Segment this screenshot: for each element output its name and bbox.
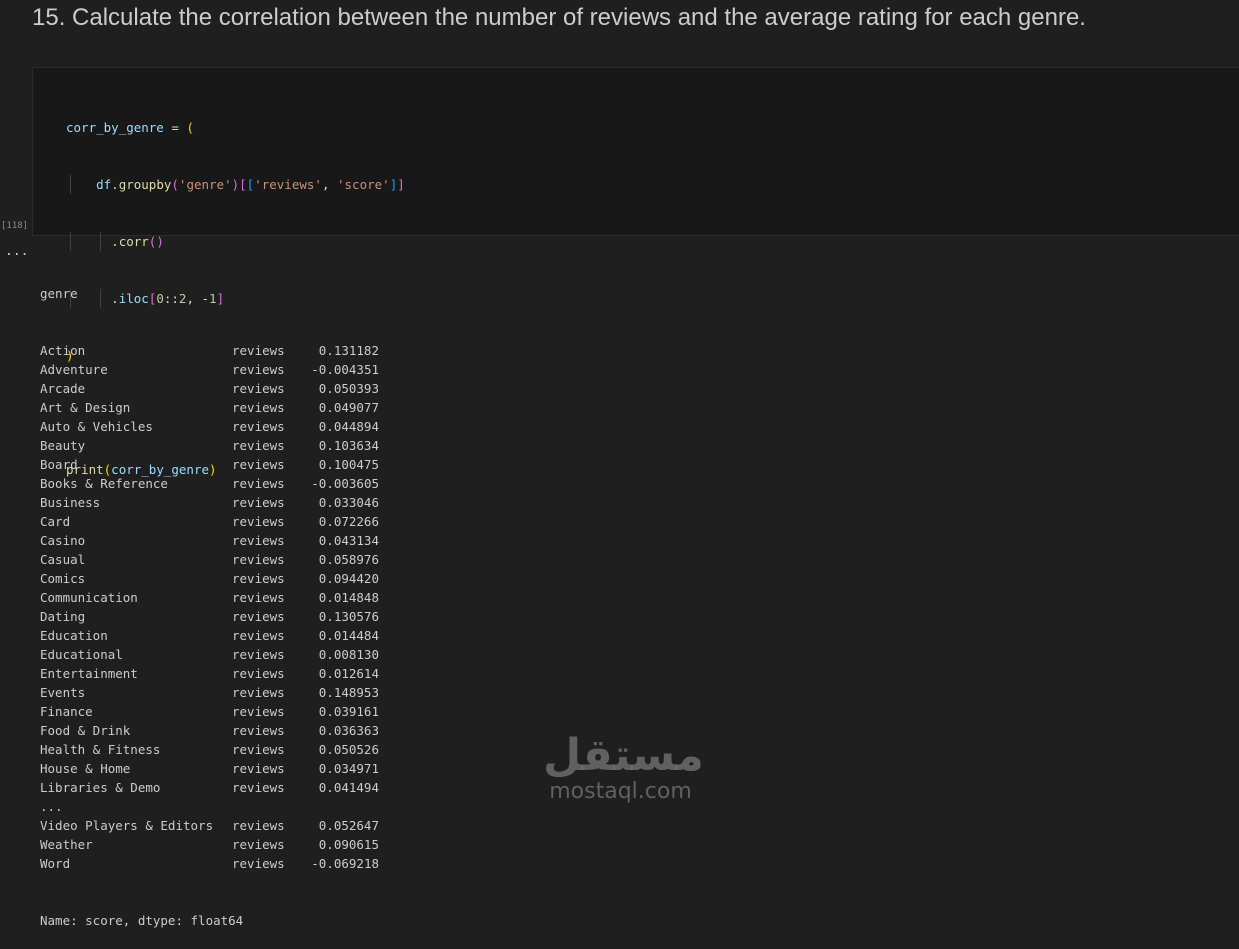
output-row-genre: Educational (40, 647, 123, 662)
output-rows: Action reviews 0.131182 Adventure reviews -0.… (40, 341, 379, 873)
output-row-genre: Communication (40, 590, 138, 605)
output-row: Auto & Vehicles reviews 0.044894 (40, 417, 379, 436)
output-row-value: 0.130576 (318, 609, 379, 624)
output-row-genre: Health & Fitness (40, 742, 161, 757)
output-row-genre: Word (40, 856, 71, 871)
code-line-2: df.groupby('genre')[['reviews', 'score']… (66, 175, 405, 194)
output-row-value: 0.049077 (318, 400, 379, 415)
output-row-value: 0.058976 (318, 552, 379, 567)
output-row-genre: Casual (40, 552, 86, 567)
output-row: Books & Reference reviews -0.003605 (40, 474, 379, 493)
output-row: Casino reviews 0.043134 (40, 531, 379, 550)
output-row: Education reviews 0.014484 (40, 626, 379, 645)
output-row-value: 0.100475 (318, 457, 379, 472)
output-row-genre: Libraries & Demo (40, 780, 161, 795)
execution-count: [118] (1, 221, 29, 231)
output-row-value: 0.131182 (318, 343, 379, 358)
output-row: Art & Design reviews 0.049077 (40, 398, 379, 417)
output-row-value: 0.008130 (318, 647, 379, 662)
output-row: Health & Fitness reviews 0.050526 (40, 740, 379, 759)
output-row-genre: Comics (40, 571, 86, 586)
output-row: Arcade reviews 0.050393 (40, 379, 379, 398)
output-row-value: 0.094420 (318, 571, 379, 586)
output-row-value: 0.148953 (318, 685, 379, 700)
output-row-genre: Casino (40, 533, 86, 548)
output-row-genre: Entertainment (40, 666, 138, 681)
output-row-value: 0.050393 (318, 381, 379, 396)
output-row-genre: ... (40, 799, 63, 814)
output-row: Food & Drink reviews 0.036363 (40, 721, 379, 740)
output-row-genre: Action (40, 343, 86, 358)
output-row: ... (40, 797, 63, 816)
watermark-arabic-text: مستقل (543, 730, 704, 781)
output-row-value: 0.014484 (318, 628, 379, 643)
output-row-genre: House & Home (40, 761, 131, 776)
output-row-genre: Dating (40, 609, 86, 624)
output-row-value: 0.050526 (318, 742, 379, 757)
markdown-heading: 15. Calculate the correlation between th… (32, 4, 1086, 31)
output-row: Adventure reviews -0.004351 (40, 360, 379, 379)
code-line-3: .corr() (66, 232, 405, 251)
output-row: Board reviews 0.100475 (40, 455, 379, 474)
output-row-value: 0.052647 (318, 818, 379, 833)
output-row: Entertainment reviews 0.012614 (40, 664, 379, 683)
output-row-value: 0.033046 (318, 495, 379, 510)
code-line-1: corr_by_genre = ( (66, 120, 194, 135)
output-row: Action reviews 0.131182 (40, 341, 379, 360)
output-row-value: 0.044894 (318, 419, 379, 434)
output-row: Communication reviews 0.014848 (40, 588, 379, 607)
output-row-genre: Business (40, 495, 101, 510)
output-row: Comics reviews 0.094420 (40, 569, 379, 588)
output-row-value: 0.036363 (318, 723, 379, 738)
output-row-genre: Weather (40, 837, 93, 852)
watermark-latin-text: mostaql.com (549, 779, 692, 804)
output-row-genre: Video Players & Editors (40, 818, 214, 833)
output-row: Word reviews -0.069218 (40, 854, 379, 873)
output-row: Finance reviews 0.039161 (40, 702, 379, 721)
code-line-4: .iloc[0::2, -1] (66, 289, 405, 308)
output-row: Dating reviews 0.130576 (40, 607, 379, 626)
output-row-value: -0.004351 (311, 362, 379, 377)
output-row-genre: Adventure (40, 362, 108, 377)
output-row-value: 0.043134 (318, 533, 379, 548)
output-row: Libraries & Demo reviews 0.041494 (40, 778, 379, 797)
output-row: Card reviews 0.072266 (40, 512, 379, 531)
output-row-genre: Art & Design (40, 400, 131, 415)
output-row-value: -0.003605 (311, 476, 379, 491)
output-row-genre: Auto & Vehicles (40, 419, 153, 434)
output-row-genre: Food & Drink (40, 723, 131, 738)
output-footer: Name: score, dtype: float64 (40, 913, 244, 928)
output-row-value: 0.072266 (318, 514, 379, 529)
output-row-genre: Finance (40, 704, 93, 719)
output-row-value: 0.012614 (318, 666, 379, 681)
output-row-genre: Beauty (40, 438, 86, 453)
output-row: Casual reviews 0.058976 (40, 550, 379, 569)
output-row: Weather reviews 0.090615 (40, 835, 379, 854)
output-row: Beauty reviews 0.103634 (40, 436, 379, 455)
output-row-value: 0.090615 (318, 837, 379, 852)
cell-output: genre Action reviews 0.131182 Adventure revi… (40, 246, 379, 949)
output-row: Events reviews 0.148953 (40, 683, 379, 702)
output-row: Educational reviews 0.008130 (40, 645, 379, 664)
output-row-genre: Arcade (40, 381, 86, 396)
output-index-header: genre (40, 286, 78, 301)
output-more-actions-button[interactable]: ... (5, 244, 28, 259)
output-row-genre: Education (40, 628, 108, 643)
output-row: House & Home reviews 0.034971 (40, 759, 379, 778)
output-row-value: 0.034971 (318, 761, 379, 776)
output-row: Business reviews 0.033046 (40, 493, 379, 512)
mostaql-watermark-logo: مستقل mostaql.com (543, 730, 704, 804)
output-row-value: -0.069218 (311, 856, 379, 871)
code-cell-editor[interactable]: corr_by_genre = ( df.groupby('genre')[['… (32, 67, 1239, 477)
output-row-value: 0.103634 (318, 438, 379, 453)
output-row-genre: Board (40, 457, 78, 472)
output-row-value: 0.014848 (318, 590, 379, 605)
output-row-genre: Books & Reference (40, 476, 168, 491)
output-row-genre: Card (40, 514, 71, 529)
output-row-value: 0.041494 (318, 780, 379, 795)
output-row-value: 0.039161 (318, 704, 379, 719)
output-row: Video Players & Editors reviews 0.052647 (40, 816, 379, 835)
output-row-genre: Events (40, 685, 86, 700)
